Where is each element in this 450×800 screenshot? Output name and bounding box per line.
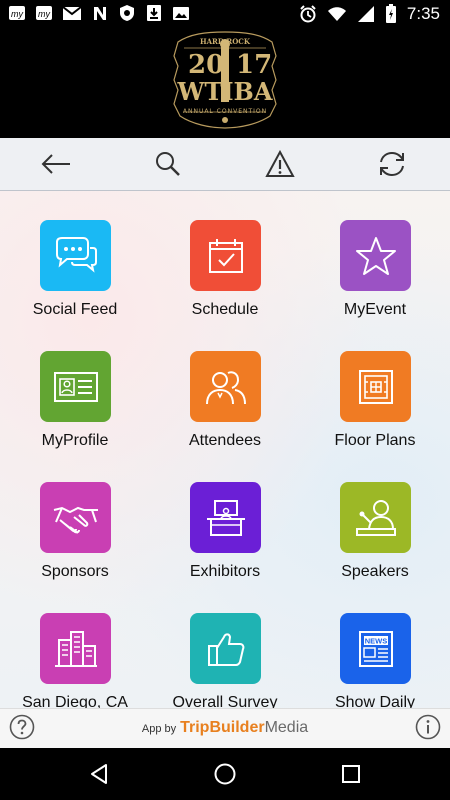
info-icon xyxy=(415,714,441,740)
tile-label: Floor Plans xyxy=(334,432,416,449)
show-daily-icon-box: NEWS xyxy=(340,613,411,684)
refresh-button[interactable] xyxy=(372,146,412,182)
tile-floor-plans[interactable]: Floor Plans xyxy=(300,322,450,449)
tile-label: MyEvent xyxy=(343,301,407,318)
svg-text:my: my xyxy=(11,9,23,19)
footer: App by TripBuilderMedia xyxy=(0,708,450,749)
schedule-icon-box xyxy=(190,220,261,291)
back-button[interactable] xyxy=(36,146,76,182)
tile-label: Speakers xyxy=(341,563,409,580)
exhibitors-icon-box xyxy=(190,482,261,553)
svg-text:my: my xyxy=(38,9,50,19)
back-triangle-icon xyxy=(91,764,107,784)
photo-icon xyxy=(172,4,190,22)
search-icon xyxy=(156,152,180,176)
clock: 7:35 xyxy=(406,4,440,23)
tile-label: Social Feed xyxy=(32,301,118,318)
tile-schedule[interactable]: Schedule xyxy=(150,191,300,318)
tile-label: San Diego, CA xyxy=(22,694,128,708)
floor-plans-icon-box xyxy=(340,351,411,422)
tile-label: Schedule xyxy=(191,301,259,318)
tile-show-daily[interactable]: NEWS Show Daily xyxy=(300,584,450,708)
header-banner: HARD ROCK 20 17 WTIBA ANNUAL CONVENTION xyxy=(0,28,450,138)
refresh-icon xyxy=(380,151,404,177)
brand-light: Media xyxy=(264,719,309,736)
signal-icon xyxy=(357,5,375,23)
event-logo: HARD ROCK 20 17 WTIBA ANNUAL CONVENTION xyxy=(173,31,277,129)
wifi-icon xyxy=(327,5,347,23)
tile-myprofile[interactable]: MyProfile xyxy=(0,322,150,449)
overall-survey-icon-box xyxy=(190,613,261,684)
san-diego-icon-box xyxy=(40,613,111,684)
my-app-icon: my xyxy=(35,4,53,22)
id-card-icon xyxy=(53,371,98,402)
navigation-bar xyxy=(0,748,450,800)
tile-speakers[interactable]: Speakers xyxy=(300,453,450,580)
alarm-icon xyxy=(299,5,317,23)
tile-label: MyProfile xyxy=(41,432,109,449)
logo-main-text: WTIBA xyxy=(177,77,273,106)
social-feed-icon-box xyxy=(40,220,111,291)
myevent-icon-box xyxy=(340,220,411,291)
booth-icon xyxy=(206,499,245,536)
warning-icon xyxy=(265,150,295,177)
battery-icon xyxy=(385,4,397,24)
recents-square-icon xyxy=(342,765,360,783)
city-icon xyxy=(54,630,97,667)
myprofile-icon-box xyxy=(40,351,111,422)
nav-recents-button[interactable] xyxy=(336,760,366,788)
star-icon xyxy=(355,236,396,275)
app-credit: App by TripBuilderMedia xyxy=(0,719,450,737)
back-arrow-icon xyxy=(41,154,70,174)
calendar-check-icon xyxy=(208,238,243,273)
logo-year-left: 20 xyxy=(188,50,224,80)
status-bar: my my 7:35 xyxy=(0,0,450,28)
tile-label: Exhibitors xyxy=(189,563,261,580)
tile-social-feed[interactable]: Social Feed xyxy=(0,191,150,318)
shield-icon xyxy=(118,4,136,22)
alert-button[interactable] xyxy=(260,146,300,182)
tile-label: Overall Survey xyxy=(172,694,278,708)
speaker-icon xyxy=(355,499,396,536)
tile-sponsors[interactable]: Sponsors xyxy=(0,453,150,580)
tile-label: Sponsors xyxy=(41,563,109,580)
logo-sub-text: ANNUAL CONVENTION xyxy=(183,108,267,115)
thumbs-up-icon xyxy=(207,632,244,666)
brand-bold: TripBuilder xyxy=(180,719,265,736)
toolbar xyxy=(0,138,450,191)
home-circle-icon xyxy=(214,763,236,785)
tile-san-diego[interactable]: San Diego, CA xyxy=(0,584,150,708)
tile-overall-survey[interactable]: Overall Survey xyxy=(150,584,300,708)
floor-plan-icon xyxy=(358,369,393,404)
people-icon xyxy=(205,370,246,404)
nav-home-button[interactable] xyxy=(210,760,240,788)
sponsors-icon-box xyxy=(40,482,111,553)
newspaper-icon: NEWS xyxy=(358,630,393,667)
tile-attendees[interactable]: Attendees xyxy=(150,322,300,449)
info-button[interactable] xyxy=(415,714,441,745)
search-button[interactable] xyxy=(148,146,188,182)
tile-myevent[interactable]: MyEvent xyxy=(300,191,450,318)
attendees-icon-box xyxy=(190,351,261,422)
chat-bubbles-icon xyxy=(55,236,97,273)
svg-text:NEWS: NEWS xyxy=(364,636,387,645)
speakers-icon-box xyxy=(340,482,411,553)
logo-year-right: 17 xyxy=(236,50,272,80)
nyt-icon xyxy=(91,4,109,22)
tile-label: Show Daily xyxy=(334,694,416,708)
tile-label: Attendees xyxy=(188,432,262,449)
download-icon xyxy=(145,4,163,22)
my-app-icon: my xyxy=(8,4,26,22)
menu-grid: Social Feed Schedule MyEvent MyProfile A… xyxy=(0,191,450,708)
gmail-icon xyxy=(62,4,82,22)
app-by-text: App by xyxy=(141,723,177,735)
tile-exhibitors[interactable]: Exhibitors xyxy=(150,453,300,580)
nav-back-button[interactable] xyxy=(84,760,114,788)
handshake-icon xyxy=(53,506,98,534)
